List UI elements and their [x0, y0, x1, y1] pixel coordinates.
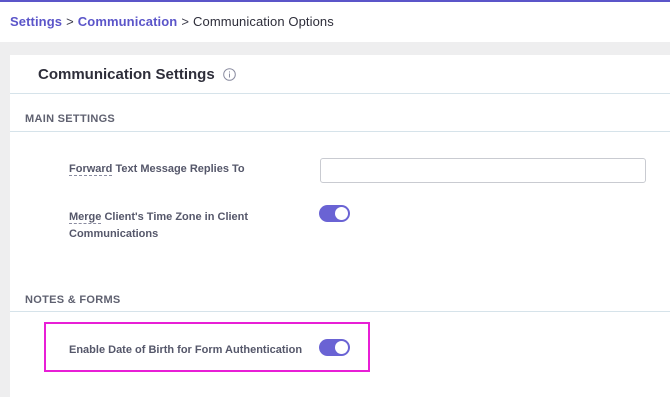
section-divider	[10, 311, 670, 312]
merge-timezone-toggle[interactable]	[319, 205, 350, 222]
highlight-box	[44, 322, 370, 372]
toggle-knob	[335, 207, 348, 220]
section-divider	[10, 131, 670, 132]
breadcrumb-settings-link[interactable]: Settings	[10, 14, 62, 29]
info-circle-icon[interactable]	[222, 68, 236, 81]
top-bar: Settings > Communication > Communication Opt…	[0, 0, 670, 42]
forward-replies-label: Forward Text Message Replies To	[69, 161, 299, 178]
section-main-settings-label: MAIN SETTINGS	[25, 113, 116, 125]
breadcrumb-separator: >	[181, 14, 190, 29]
breadcrumb-current: Communication Options	[193, 14, 334, 29]
merge-tooltip-term[interactable]: Merge	[69, 211, 102, 224]
header-divider	[10, 93, 670, 94]
merge-timezone-label: Merge Client's Time Zone in Client Commu…	[69, 209, 269, 243]
breadcrumb: Settings > Communication > Communication Opt…	[10, 14, 334, 29]
breadcrumb-separator: >	[66, 14, 74, 29]
card-header: Communication Settings	[38, 66, 236, 83]
forward-tooltip-term[interactable]: Forward	[69, 163, 113, 176]
forward-replies-input[interactable]	[320, 158, 646, 183]
settings-card: Communication Settings MAIN SETTINGS For…	[10, 55, 670, 397]
section-notes-forms-label: NOTES & FORMS	[25, 294, 121, 306]
breadcrumb-communication-link[interactable]: Communication	[78, 14, 178, 29]
forward-replies-label-rest: Text Message Replies To	[112, 163, 245, 175]
page-title: Communication Settings	[38, 66, 215, 83]
